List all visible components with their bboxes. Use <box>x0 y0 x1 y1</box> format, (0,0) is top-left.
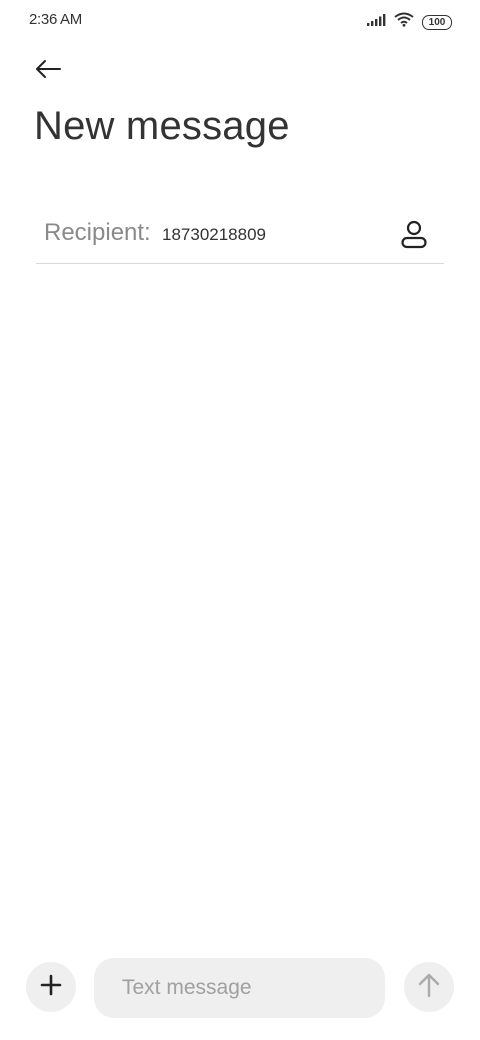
plus-icon <box>40 974 62 1001</box>
signal-icon <box>366 13 386 32</box>
page-title: New message <box>34 104 290 148</box>
status-icons: 100 <box>366 12 452 32</box>
send-button[interactable] <box>404 962 454 1012</box>
recipient-row: Recipient: <box>36 208 444 264</box>
add-attachment-button[interactable] <box>26 962 76 1012</box>
battery-icon: 100 <box>422 14 452 30</box>
recipient-input[interactable] <box>162 222 362 248</box>
message-input[interactable] <box>122 975 372 1001</box>
arrow-left-icon <box>34 59 62 84</box>
contact-person-icon <box>400 219 428 254</box>
back-button[interactable] <box>28 53 68 89</box>
status-bar: 2:36 AM 100 <box>0 0 480 42</box>
wifi-icon <box>394 12 414 32</box>
arrow-up-icon <box>417 972 441 1003</box>
contact-picker-button[interactable] <box>398 220 430 252</box>
message-box <box>94 958 385 1018</box>
recipient-label: Recipient: <box>44 219 151 246</box>
status-time: 2:36 AM <box>29 11 82 28</box>
